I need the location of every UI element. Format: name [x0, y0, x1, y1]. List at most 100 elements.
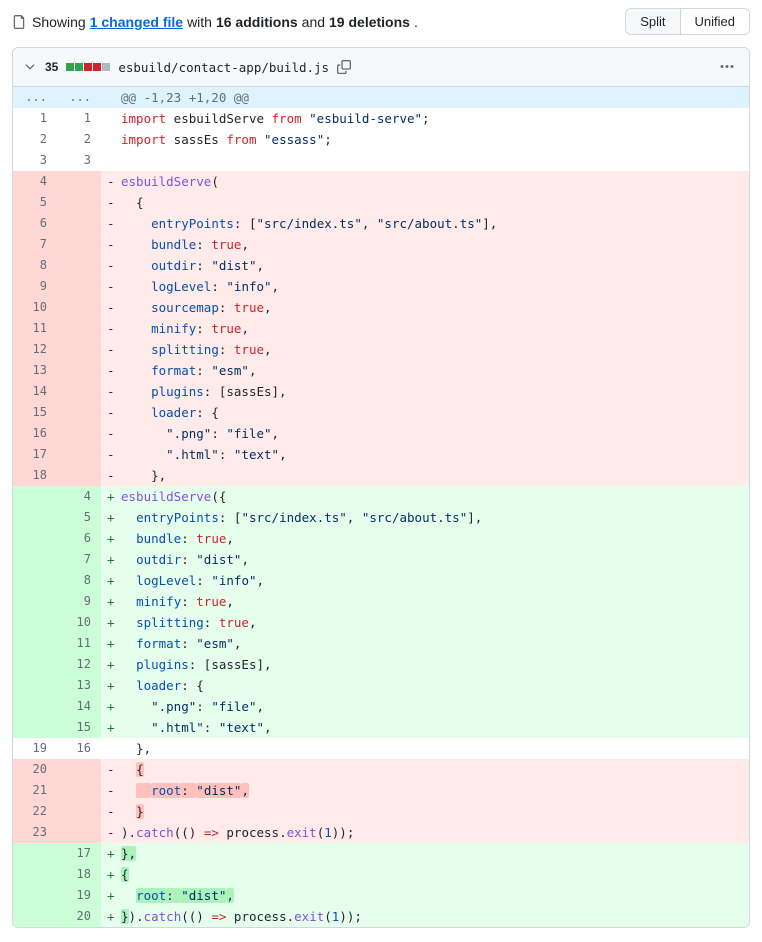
old-line-number[interactable] — [13, 696, 57, 717]
new-line-number[interactable] — [57, 171, 101, 192]
old-line-number[interactable]: 12 — [13, 339, 57, 360]
new-line-number[interactable]: 12 — [57, 654, 101, 675]
new-line-number[interactable]: 5 — [57, 507, 101, 528]
new-line-number[interactable] — [57, 780, 101, 801]
old-line-number[interactable]: 20 — [13, 759, 57, 780]
new-line-number[interactable]: 10 — [57, 612, 101, 633]
new-line-number[interactable] — [57, 255, 101, 276]
new-line-number[interactable] — [57, 213, 101, 234]
old-line-number[interactable]: 4 — [13, 171, 57, 192]
new-line-number[interactable]: 2 — [57, 129, 101, 150]
old-line-number[interactable] — [13, 507, 57, 528]
new-line-number[interactable]: 6 — [57, 528, 101, 549]
old-line-number[interactable]: ... — [13, 87, 57, 108]
old-line-number[interactable] — [13, 633, 57, 654]
old-line-number[interactable]: 15 — [13, 402, 57, 423]
new-line-number[interactable]: 15 — [57, 717, 101, 738]
diff-row: 8+ logLevel: "info", — [13, 570, 749, 591]
old-line-number[interactable] — [13, 570, 57, 591]
code-cell: + outdir: "dist", — [101, 549, 749, 570]
new-line-number[interactable] — [57, 234, 101, 255]
old-line-number[interactable]: 5 — [13, 192, 57, 213]
diff-row: 8- outdir: "dist", — [13, 255, 749, 276]
old-line-number[interactable]: 17 — [13, 444, 57, 465]
new-line-number[interactable]: 1 — [57, 108, 101, 129]
old-line-number[interactable] — [13, 486, 57, 507]
new-line-number[interactable] — [57, 801, 101, 822]
new-line-number[interactable]: 16 — [57, 738, 101, 759]
old-line-number[interactable]: 9 — [13, 276, 57, 297]
old-line-number[interactable]: 7 — [13, 234, 57, 255]
old-line-number[interactable] — [13, 591, 57, 612]
new-line-number[interactable]: ... — [57, 87, 101, 108]
old-line-number[interactable] — [13, 906, 57, 927]
old-line-number[interactable]: 10 — [13, 297, 57, 318]
diff-row: 14 - plugins: [sassEs], — [13, 381, 749, 402]
diff-marker: - — [107, 444, 115, 465]
new-line-number[interactable] — [57, 276, 101, 297]
code-cell: + minify: true, — [101, 591, 749, 612]
new-line-number[interactable] — [57, 339, 101, 360]
old-line-number[interactable]: 14 — [13, 381, 57, 402]
old-line-number[interactable]: 8 — [13, 255, 57, 276]
new-line-number[interactable] — [57, 381, 101, 402]
file-actions-menu-icon[interactable] — [715, 55, 739, 79]
new-line-number[interactable] — [57, 192, 101, 213]
copy-path-icon[interactable] — [337, 60, 351, 74]
new-line-number[interactable] — [57, 297, 101, 318]
diff-row: 23-).catch(() => process.exit(1)); — [13, 822, 749, 843]
old-line-number[interactable] — [13, 549, 57, 570]
unified-view-button[interactable]: Unified — [680, 9, 749, 34]
old-line-number[interactable] — [13, 885, 57, 906]
old-line-number[interactable]: 22 — [13, 801, 57, 822]
split-view-button[interactable]: Split — [626, 9, 679, 34]
new-line-number[interactable] — [57, 465, 101, 486]
old-line-number[interactable]: 19 — [13, 738, 57, 759]
new-line-number[interactable]: 4 — [57, 486, 101, 507]
diff-marker: - — [107, 402, 115, 423]
old-line-number[interactable] — [13, 717, 57, 738]
collapse-toggle-icon[interactable] — [23, 60, 37, 74]
new-line-number[interactable] — [57, 423, 101, 444]
old-line-number[interactable]: 18 — [13, 465, 57, 486]
old-line-number[interactable]: 11 — [13, 318, 57, 339]
diffstat-square — [102, 63, 110, 71]
old-line-number[interactable] — [13, 675, 57, 696]
old-line-number[interactable] — [13, 843, 57, 864]
new-line-number[interactable]: 9 — [57, 591, 101, 612]
old-line-number[interactable] — [13, 654, 57, 675]
old-line-number[interactable] — [13, 528, 57, 549]
new-line-number[interactable]: 7 — [57, 549, 101, 570]
new-line-number[interactable]: 13 — [57, 675, 101, 696]
new-line-number[interactable] — [57, 822, 101, 843]
new-line-number[interactable]: 14 — [57, 696, 101, 717]
new-line-number[interactable] — [57, 318, 101, 339]
new-line-number[interactable]: 3 — [57, 150, 101, 171]
old-line-number[interactable]: 13 — [13, 360, 57, 381]
code-cell: - plugins: [sassEs], — [101, 381, 749, 402]
diff-row: 7- bundle: true, — [13, 234, 749, 255]
file-path[interactable]: esbuild/contact-app/build.js — [118, 60, 329, 75]
new-line-number[interactable] — [57, 444, 101, 465]
old-line-number[interactable]: 2 — [13, 129, 57, 150]
diff-row: 11+ format: "esm", — [13, 633, 749, 654]
old-line-number[interactable]: 23 — [13, 822, 57, 843]
old-line-number[interactable]: 6 — [13, 213, 57, 234]
new-line-number[interactable]: 17 — [57, 843, 101, 864]
old-line-number[interactable]: 16 — [13, 423, 57, 444]
new-line-number[interactable]: 18 — [57, 864, 101, 885]
new-line-number[interactable] — [57, 402, 101, 423]
old-line-number[interactable] — [13, 864, 57, 885]
new-line-number[interactable]: 19 — [57, 885, 101, 906]
new-line-number[interactable]: 8 — [57, 570, 101, 591]
code-cell: -esbuildServe( — [101, 171, 749, 192]
old-line-number[interactable]: 1 — [13, 108, 57, 129]
new-line-number[interactable]: 20 — [57, 906, 101, 927]
old-line-number[interactable]: 3 — [13, 150, 57, 171]
new-line-number[interactable]: 11 — [57, 633, 101, 654]
old-line-number[interactable]: 21 — [13, 780, 57, 801]
new-line-number[interactable] — [57, 360, 101, 381]
old-line-number[interactable] — [13, 612, 57, 633]
new-line-number[interactable] — [57, 759, 101, 780]
changed-files-link[interactable]: 1 changed file — [90, 14, 183, 30]
